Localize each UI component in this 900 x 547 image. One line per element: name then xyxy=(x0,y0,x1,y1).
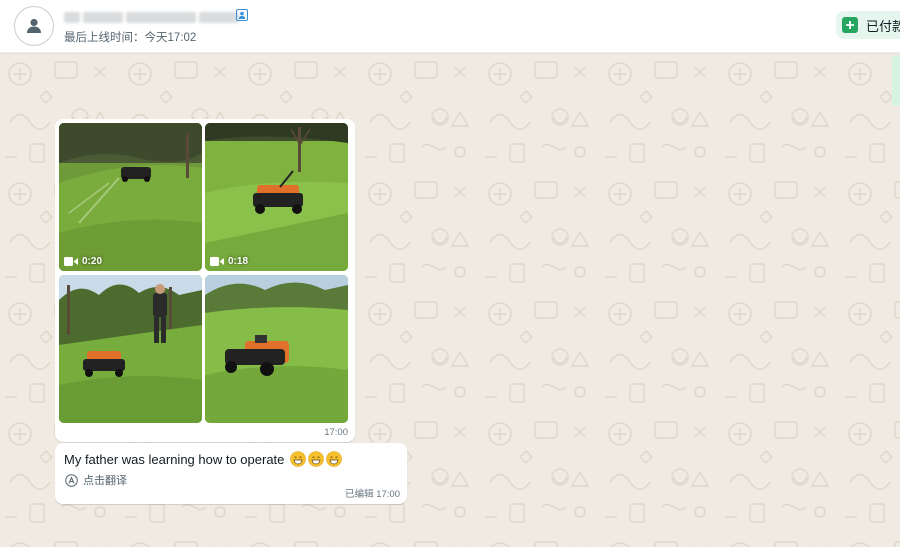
translate-link[interactable]: 点击翻译 xyxy=(65,472,127,488)
media-album-message: 0:20 0:18 17:00 xyxy=(55,119,355,442)
message-body: My father was learning how to operate xyxy=(64,451,343,467)
contact-card-icon[interactable] xyxy=(236,9,248,21)
video-duration: 0:18 xyxy=(210,256,248,267)
media-tile-image[interactable] xyxy=(205,275,348,423)
video-camera-icon xyxy=(64,257,78,266)
plus-square-icon xyxy=(842,17,858,33)
person-avatar-icon xyxy=(27,18,41,33)
message-time: 17:00 xyxy=(324,427,348,438)
chat-header: [██] ██████ ████ 最后上线时间：今天17:02 已付款 xyxy=(0,0,900,53)
message-edited-time: 已编辑 17:00 xyxy=(345,489,400,500)
media-tile-video[interactable]: 0:18 xyxy=(205,123,348,271)
contact-name[interactable]: [██] ██████ ████ xyxy=(64,8,242,24)
message-text: My father was learning how to operate xyxy=(64,451,285,467)
grinning-face-emoji xyxy=(290,451,307,467)
media-tile-video[interactable]: 0:20 xyxy=(59,123,202,271)
side-panel-edge xyxy=(892,56,900,106)
contact-avatar[interactable] xyxy=(14,6,54,46)
text-message: My father was learning how to operate 点击… xyxy=(55,443,407,504)
media-tile-image[interactable] xyxy=(59,275,202,423)
translate-icon xyxy=(65,473,78,487)
video-camera-icon xyxy=(210,257,224,266)
translate-label: 点击翻译 xyxy=(83,475,127,487)
paid-label-text: 已付款 xyxy=(866,18,900,34)
paid-label-button[interactable]: 已付款 xyxy=(836,11,900,39)
grinning-face-emoji xyxy=(308,451,325,467)
grinning-face-emoji xyxy=(326,451,343,467)
video-duration: 0:20 xyxy=(64,256,102,267)
last-seen-status: 最后上线时间：今天17:02 xyxy=(64,32,197,44)
